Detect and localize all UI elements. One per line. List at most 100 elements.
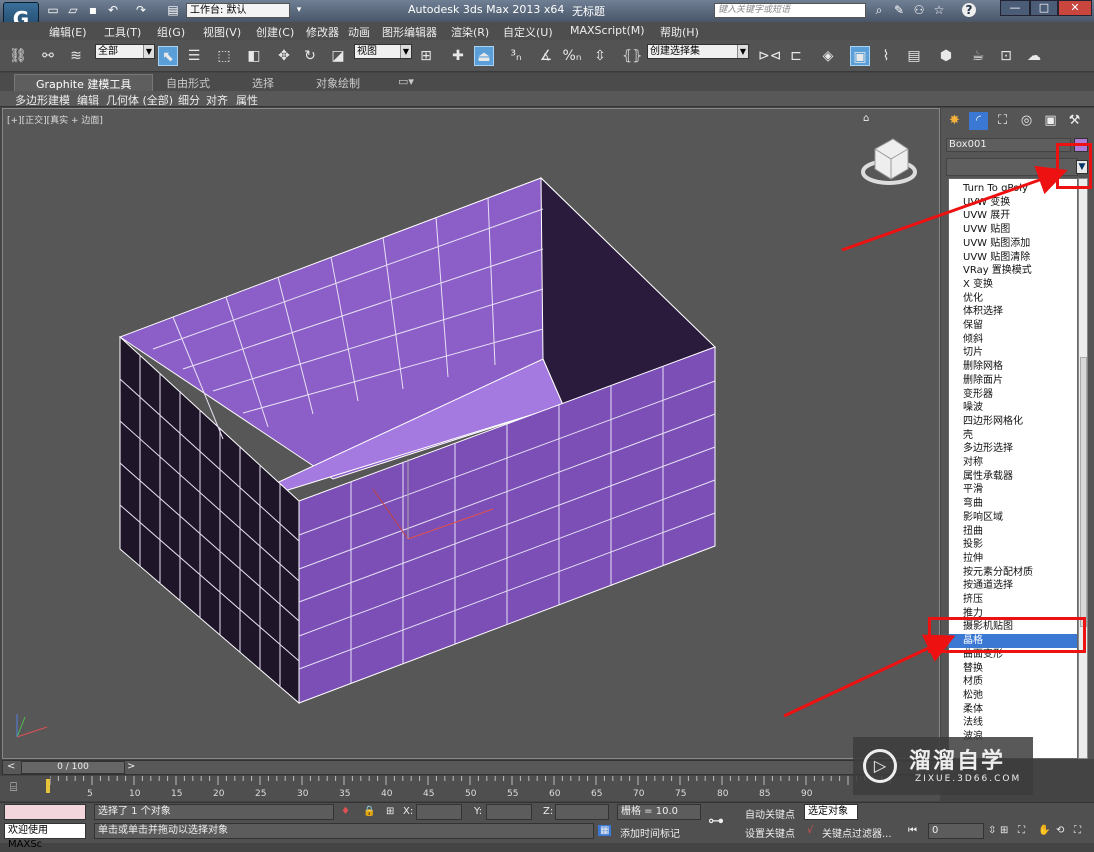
select-object-icon[interactable]: ⬉ xyxy=(158,46,178,66)
maxscript-listener-mini[interactable] xyxy=(4,804,86,820)
maximize-button[interactable]: □ xyxy=(1030,0,1058,16)
render-setup-icon[interactable]: ☕ xyxy=(968,46,988,66)
key-filters-button[interactable]: 关键点过滤器... xyxy=(822,825,892,840)
tab-selection[interactable]: 选择 xyxy=(252,75,274,91)
move-icon[interactable]: ✥ xyxy=(274,46,294,66)
modifier-list-item[interactable]: 优化 xyxy=(949,292,1077,306)
time-slider[interactable]: < 0 / 100 > xyxy=(2,760,940,775)
schematic-view-icon[interactable]: ▤ xyxy=(904,46,924,66)
scrollbar-thumb[interactable] xyxy=(1080,357,1087,627)
modifier-list-item[interactable]: 扭曲 xyxy=(949,525,1077,539)
set-key-button[interactable]: 设置关键点 xyxy=(745,825,795,840)
modifier-list-item[interactable]: UVW 贴图添加 xyxy=(949,237,1077,251)
spinner-snap-icon[interactable]: ⇳ xyxy=(590,46,610,66)
undo-icon[interactable]: ↶ xyxy=(106,3,120,17)
snaps-toggle-icon[interactable]: ³ₙ xyxy=(506,46,526,66)
go-to-start-icon[interactable]: ⏮ xyxy=(908,825,917,836)
menu-rendering[interactable]: 渲染(R) xyxy=(451,24,489,40)
rectangular-selection-icon[interactable]: ⬚ xyxy=(214,46,234,66)
isolate-icon[interactable]: ♦ xyxy=(341,806,350,817)
rendered-frame-window-icon[interactable]: ⊡ xyxy=(996,46,1016,66)
maximize-viewport-icon[interactable]: ⛶ xyxy=(1074,825,1081,836)
bind-space-warp-icon[interactable]: ≋ xyxy=(66,46,86,66)
current-frame-field[interactable]: 0 xyxy=(928,823,984,839)
select-and-manipulate-icon[interactable]: ✚ xyxy=(448,46,468,66)
subscription-icon[interactable]: ⚇ xyxy=(912,3,926,17)
menu-help[interactable]: 帮助(H) xyxy=(660,24,699,40)
mini-curve-editor-icon[interactable]: ⌸ xyxy=(10,780,17,795)
menu-graph-editors[interactable]: 图形编辑器 xyxy=(382,24,437,40)
project-folder-icon[interactable]: ▤ xyxy=(166,3,180,17)
window-crossing-icon[interactable]: ◧ xyxy=(244,46,264,66)
z-coord-field[interactable] xyxy=(555,804,609,820)
y-coord-field[interactable] xyxy=(486,804,532,820)
modifier-list-item[interactable]: UVW 贴图 xyxy=(949,223,1077,237)
modifier-list-item[interactable]: 替换 xyxy=(949,662,1077,676)
set-key-icon[interactable]: ⊶ xyxy=(708,811,724,830)
search-input[interactable]: 键入关键字或短语 xyxy=(714,3,866,18)
add-time-tag-button[interactable]: 添加时间标记 xyxy=(620,825,680,840)
time-slider-prev[interactable]: < xyxy=(7,761,15,772)
menu-tools[interactable]: 工具(T) xyxy=(104,24,141,40)
menu-animation[interactable]: 动画 xyxy=(348,24,370,40)
communication-center-icon[interactable]: ✎ xyxy=(892,3,906,17)
pivot-center-icon[interactable]: ⊞ xyxy=(416,46,436,66)
modifier-list-item[interactable]: 对称 xyxy=(949,456,1077,470)
motion-tab-icon[interactable]: ◎ xyxy=(1017,112,1036,130)
modifier-list-item[interactable]: 材质 xyxy=(949,675,1077,689)
zoom-extents-icon[interactable]: ⊞ xyxy=(1000,825,1008,836)
selection-filter-dropdown[interactable]: 全部 ▼ xyxy=(95,44,155,59)
modifier-list-item[interactable]: VRay 置换模式 xyxy=(949,264,1077,278)
curve-editor-icon[interactable]: ⌇ xyxy=(876,46,896,66)
modifier-list-item[interactable]: 挤压 xyxy=(949,593,1077,607)
graphite-toggle-icon[interactable]: ▣ xyxy=(850,46,870,66)
modifier-list-item[interactable]: 柔体 xyxy=(949,703,1077,717)
menu-modifiers[interactable]: 修改器 xyxy=(306,24,339,40)
tab-object-paint[interactable]: 对象绘制 xyxy=(316,75,360,91)
modifier-list-item[interactable]: 弯曲 xyxy=(949,497,1077,511)
edit-named-selection-icon[interactable]: ⦃⦄ xyxy=(622,46,643,66)
align-icon[interactable]: ⊏ xyxy=(786,46,806,66)
modifier-list-item[interactable]: 四边形网格化 xyxy=(949,415,1077,429)
key-selection-dropdown[interactable]: 选定对象 xyxy=(804,804,858,820)
time-slider-thumb[interactable]: 0 / 100 xyxy=(21,761,125,774)
field-of-view-icon[interactable]: ⛶ xyxy=(1018,825,1025,836)
orbit-icon[interactable]: ⟲ xyxy=(1056,825,1064,836)
menu-edit[interactable]: 编辑(E) xyxy=(49,24,87,40)
panel-polygon-modeling[interactable]: 多边形建模 xyxy=(15,92,70,108)
menu-views[interactable]: 视图(V) xyxy=(203,24,241,40)
panel-edit[interactable]: 编辑 xyxy=(77,92,99,108)
modifier-list-item[interactable]: 松弛 xyxy=(949,689,1077,703)
favorites-star-icon[interactable]: ☆ xyxy=(932,3,946,17)
modifier-list-item[interactable]: 法线 xyxy=(949,716,1077,730)
utilities-tab-icon[interactable]: ⚒ xyxy=(1065,112,1084,130)
new-file-icon[interactable]: ▭ xyxy=(46,3,60,17)
quick-access-dropdown-icon[interactable]: ▾ xyxy=(292,3,306,17)
redo-icon[interactable]: ↷ xyxy=(134,3,148,17)
layer-manager-icon[interactable]: ◈ xyxy=(818,46,838,66)
object-name-field[interactable]: Box001 xyxy=(946,138,1071,152)
modifier-list-item[interactable]: 保留 xyxy=(949,319,1077,333)
menu-maxscript[interactable]: MAXScript(M) xyxy=(570,24,645,37)
unlink-icon[interactable]: ⚯ xyxy=(38,46,58,66)
render-production-icon[interactable]: ☁ xyxy=(1024,46,1044,66)
menu-customize[interactable]: 自定义(U) xyxy=(503,24,553,40)
named-selection-set-dropdown[interactable]: 创建选择集 ▼ xyxy=(647,44,749,59)
modifier-list-item[interactable]: UVW 变换 xyxy=(949,196,1077,210)
modifier-list-item[interactable]: 按通道选择 xyxy=(949,579,1077,593)
mirror-icon[interactable]: ⊳⊲ xyxy=(758,46,781,66)
angle-snap-icon[interactable]: ∡ xyxy=(536,46,556,66)
open-file-icon[interactable]: ▱ xyxy=(66,3,80,17)
panel-align[interactable]: 对齐 xyxy=(206,92,228,108)
rotate-icon[interactable]: ↻ xyxy=(300,46,320,66)
select-by-name-icon[interactable]: ☰ xyxy=(184,46,204,66)
modifier-list-scrollbar[interactable] xyxy=(1078,178,1088,759)
modifier-list-item[interactable]: 多边形选择 xyxy=(949,442,1077,456)
lock-selection-icon[interactable]: 🔒 xyxy=(363,806,375,817)
panel-geometry-all[interactable]: 几何体 (全部) xyxy=(106,92,173,108)
modifier-list-item[interactable]: 壳 xyxy=(949,429,1077,443)
create-tab-icon[interactable]: ✸ xyxy=(945,112,964,130)
modifier-list-item[interactable]: UVW 展开 xyxy=(949,209,1077,223)
key-filters-icon[interactable]: √ xyxy=(807,825,813,836)
panel-properties[interactable]: 属性 xyxy=(236,92,258,108)
